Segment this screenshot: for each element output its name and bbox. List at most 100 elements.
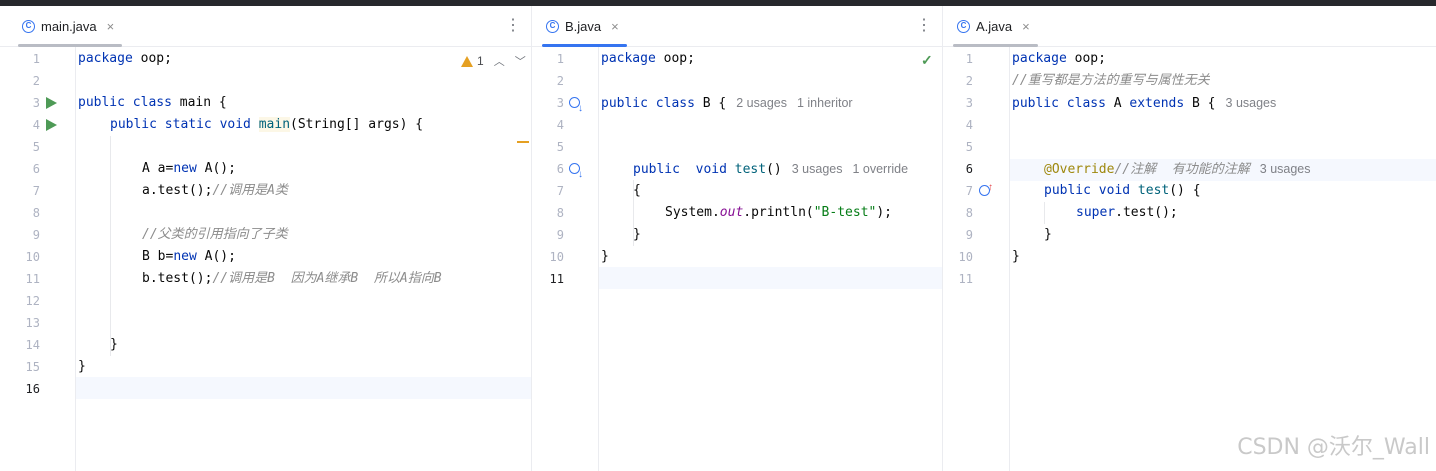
tab-bar: C B.java × ⋮ [532,6,942,47]
code-line: { [633,183,641,198]
line-number: 1 [32,52,40,66]
line-number: 6 [556,162,564,176]
close-icon[interactable]: × [1022,19,1030,34]
indent-guide [1044,202,1045,224]
line-number: 7 [32,184,40,198]
tab-label: B.java [565,18,602,34]
indent-guide [110,136,111,356]
chevron-down-icon[interactable]: ﹀ [515,53,526,69]
usages-hint[interactable]: 3 usages [1226,96,1277,110]
code-line: System.out.println("B-test"); [665,205,893,220]
overrides-hint[interactable]: 1 override [852,162,908,176]
line-number: 8 [556,206,564,220]
warning-icon [461,55,473,67]
code-line: B b=new A(); [142,249,236,264]
line-number: 2 [32,74,40,88]
no-problems-check-icon[interactable]: ✓ [921,52,933,69]
line-number: 9 [556,228,564,242]
code-line: } [110,337,118,352]
tab-bar: C main.java × ⋮ [0,6,531,47]
line-number: 14 [25,338,40,352]
line-number: 10 [549,250,564,264]
tab-a-java[interactable]: C A.java × [945,6,1042,47]
line-number: 2 [965,74,973,88]
line-number: 9 [965,228,973,242]
code-line: } [78,359,86,374]
line-number: 7 [965,184,973,198]
tab-b-java[interactable]: C B.java × [534,6,631,47]
line-number-current: 11 [549,272,564,286]
line-number: 4 [965,118,973,132]
line-number: 1 [965,52,973,66]
line-number: 11 [958,272,973,286]
code-line: } [633,227,641,242]
code-line: public class main { [78,95,227,110]
tab-label: main.java [41,18,97,34]
arrow-up-icon: ↑ [988,182,993,193]
warnings-widget[interactable]: 1 ︿ ﹀ [461,53,526,69]
class-icon: C [546,19,559,33]
code-line: //父类的引用指向了子类 [142,227,288,242]
line-number: 5 [32,140,40,154]
editor-pane-a: C A.java × 1 2 3 4 5 6 7 8 9 10 11 ↑ pac… [943,6,1436,471]
arrow-down-icon: ↓ [578,169,583,180]
line-number: 4 [556,118,564,132]
chevron-up-icon[interactable]: ︿ [494,53,505,69]
arrow-down-icon: ↓ [578,103,583,114]
tab-label: A.java [976,18,1013,34]
class-icon: C [957,19,970,33]
editor-pane-main: C main.java × ⋮ 1 2 3 4 5 6 7 8 9 10 11 … [0,6,531,471]
line-number: 1 [556,52,564,66]
code-line: //重写都是方法的重写与属性无关 [1012,73,1210,88]
inheritors-hint[interactable]: 1 inheritor [797,96,853,110]
code-line: } [601,249,609,264]
watermark-text: CSDN @沃尔_Wall [1237,435,1430,460]
code-line: } [1044,227,1052,242]
line-number: 3 [965,96,973,110]
line-number: 2 [556,74,564,88]
line-number-current: 16 [25,382,40,396]
run-icon[interactable] [46,97,57,109]
run-icon[interactable] [46,119,57,131]
line-number: 10 [958,250,973,264]
line-number: 3 [32,96,40,110]
line-number: 10 [25,250,40,264]
line-number: 13 [25,316,40,330]
code-line: package oop; [78,51,172,66]
more-options-icon[interactable]: ⋮ [505,16,521,36]
scrollbar-warning-mark[interactable] [517,141,529,143]
warning-count: 1 [477,54,484,68]
usages-hint[interactable]: 3 usages [1260,162,1311,176]
class-run-icon: C [22,19,35,33]
current-line-highlight [599,267,942,289]
code-line: A a=new A(); [142,161,236,176]
close-icon[interactable]: × [611,19,619,34]
line-number: 15 [25,360,40,374]
editor-pane-b: C B.java × ⋮ 1 2 3 4 5 6 7 8 9 10 11 ↓ ↓… [532,6,942,471]
line-number: 5 [556,140,564,154]
tab-bar: C A.java × [943,6,1436,47]
code-line: public class B {2 usages 1 inheritor [601,96,853,111]
line-number: 8 [965,206,973,220]
code-line: a.test();//调用是A类 [142,183,288,198]
line-number: 9 [32,228,40,242]
line-number: 8 [32,206,40,220]
code-line: public class A extends B {3 usages [1012,96,1277,111]
close-icon[interactable]: × [107,19,115,34]
more-options-icon[interactable]: ⋮ [916,16,932,36]
line-number: 12 [25,294,40,308]
usages-hint[interactable]: 2 usages [736,96,787,110]
line-number-current: 6 [965,162,973,176]
line-number: 7 [556,184,564,198]
line-number: 3 [556,96,564,110]
code-line: package oop; [1012,51,1106,66]
line-number: 6 [32,162,40,176]
tab-main-java[interactable]: C main.java × [10,6,126,47]
usages-hint[interactable]: 3 usages [792,162,843,176]
line-number: 4 [32,118,40,132]
code-line: super.test(); [1076,205,1178,220]
code-line: } [1012,249,1020,264]
code-line: public void test() { [1044,183,1201,198]
line-number: 11 [25,272,40,286]
code-line: @Override//注解 有功能的注解 3 usages [1044,162,1311,177]
